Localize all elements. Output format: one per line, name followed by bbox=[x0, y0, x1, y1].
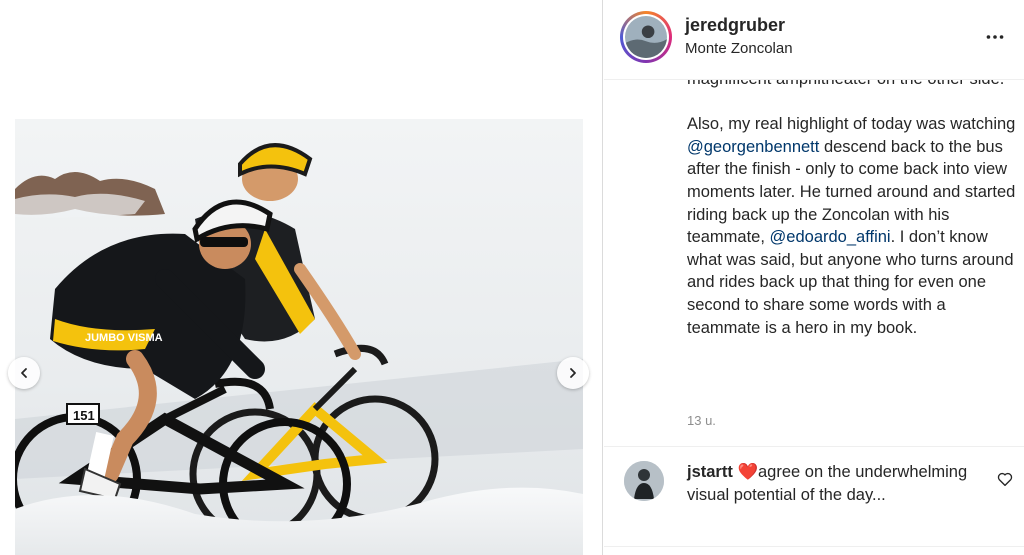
mention-edoardo-affini[interactable]: @edoardo_affini bbox=[770, 228, 891, 246]
post-caption: magnificent amphitheater on the other si… bbox=[687, 68, 1017, 339]
post-side-panel: jeredgruber Monte Zoncolan magnificent a… bbox=[604, 0, 1024, 555]
post-photo[interactable]: 151 JUMBO VISMA bbox=[15, 119, 583, 555]
comment-like-button[interactable] bbox=[996, 470, 1014, 488]
post-location[interactable]: Monte Zoncolan bbox=[685, 40, 793, 57]
carousel-prev-button[interactable] bbox=[8, 357, 40, 389]
commenter-username[interactable]: jstartt bbox=[687, 463, 733, 481]
comment: jstartt ❤️agree on the underwhelming vis… bbox=[687, 461, 987, 506]
media-pane: 151 JUMBO VISMA bbox=[0, 0, 603, 555]
chevron-right-icon bbox=[570, 368, 576, 378]
post-header: jeredgruber Monte Zoncolan bbox=[604, 0, 1024, 80]
race-number: 151 bbox=[73, 408, 95, 423]
carousel-next-button[interactable] bbox=[557, 357, 589, 389]
divider-bottom bbox=[604, 546, 1024, 547]
author-username[interactable]: jeredgruber bbox=[685, 15, 785, 36]
post-timestamp[interactable]: 13 u. bbox=[687, 413, 716, 428]
jersey-text: JUMBO VISMA bbox=[85, 332, 163, 344]
heart-outline-icon bbox=[997, 472, 1013, 487]
more-options-button[interactable] bbox=[984, 26, 1006, 48]
author-avatar[interactable] bbox=[620, 11, 672, 63]
commenter-avatar[interactable] bbox=[624, 461, 664, 501]
author-avatar-image bbox=[625, 16, 667, 58]
more-horizontal-icon bbox=[986, 35, 1004, 39]
heart-emoji-icon: ❤️ bbox=[737, 463, 758, 481]
chevron-left-icon bbox=[21, 368, 27, 378]
caption-paragraph-2: Also, my real highlight of today was wat… bbox=[687, 115, 1016, 337]
divider bbox=[604, 446, 1024, 447]
mention-georgenbennett[interactable]: @georgenbennett bbox=[687, 138, 819, 156]
